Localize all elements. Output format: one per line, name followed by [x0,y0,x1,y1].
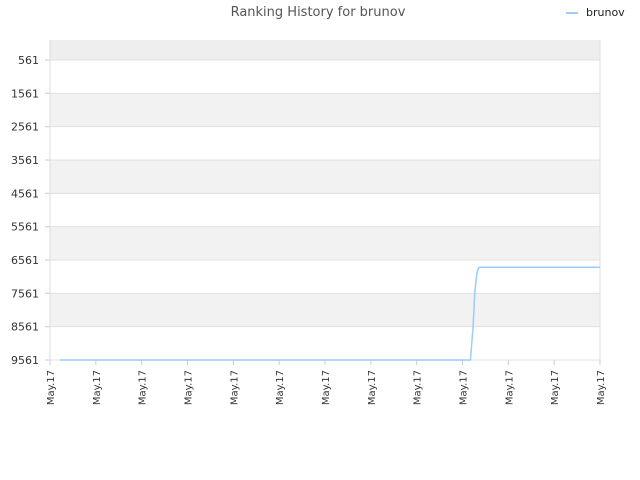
plot-band [50,293,600,327]
y-tick-label: 2561 [11,121,39,134]
plot-band [50,260,600,294]
x-tick-label: May.17 [46,370,57,405]
y-tick-label: 561 [18,54,39,67]
y-tick-label: 7561 [11,287,39,300]
plot-band [50,93,600,127]
ranking-chart: 561 1561 2561 3561 4561 5561 6561 7561 8561 9561 M… [11,40,607,405]
y-tick-label: 9561 [11,354,39,367]
y-tick-label: 3561 [11,154,39,167]
y-tick-label: 4561 [11,187,39,200]
plot-band [50,126,600,160]
x-tick-label: May.17 [184,370,195,405]
x-tick-label: May.17 [504,370,515,405]
x-tick-label: May.17 [229,370,240,405]
x-tick-label: May.17 [321,370,332,405]
x-tick-label: May.17 [459,370,470,405]
y-tick-label: 5561 [11,221,39,234]
y-tick-label: 8561 [11,321,39,334]
y-tick-label: 1561 [11,87,39,100]
y-tick-label: 6561 [11,254,39,267]
plot-band [50,326,600,360]
plot-band [50,60,600,94]
x-tick-label: May.17 [367,370,378,405]
x-tick-label: May.17 [413,370,424,405]
x-tick-label: May.17 [596,370,607,405]
plot-band [50,160,600,194]
plot-band [50,226,600,260]
x-tick-label: May.17 [92,370,103,405]
plot-band [50,40,600,60]
x-tick-label: May.17 [275,370,286,405]
x-tick-label: May.17 [550,370,561,405]
plot-band [50,193,600,227]
x-tick-label: May.17 [138,370,149,405]
